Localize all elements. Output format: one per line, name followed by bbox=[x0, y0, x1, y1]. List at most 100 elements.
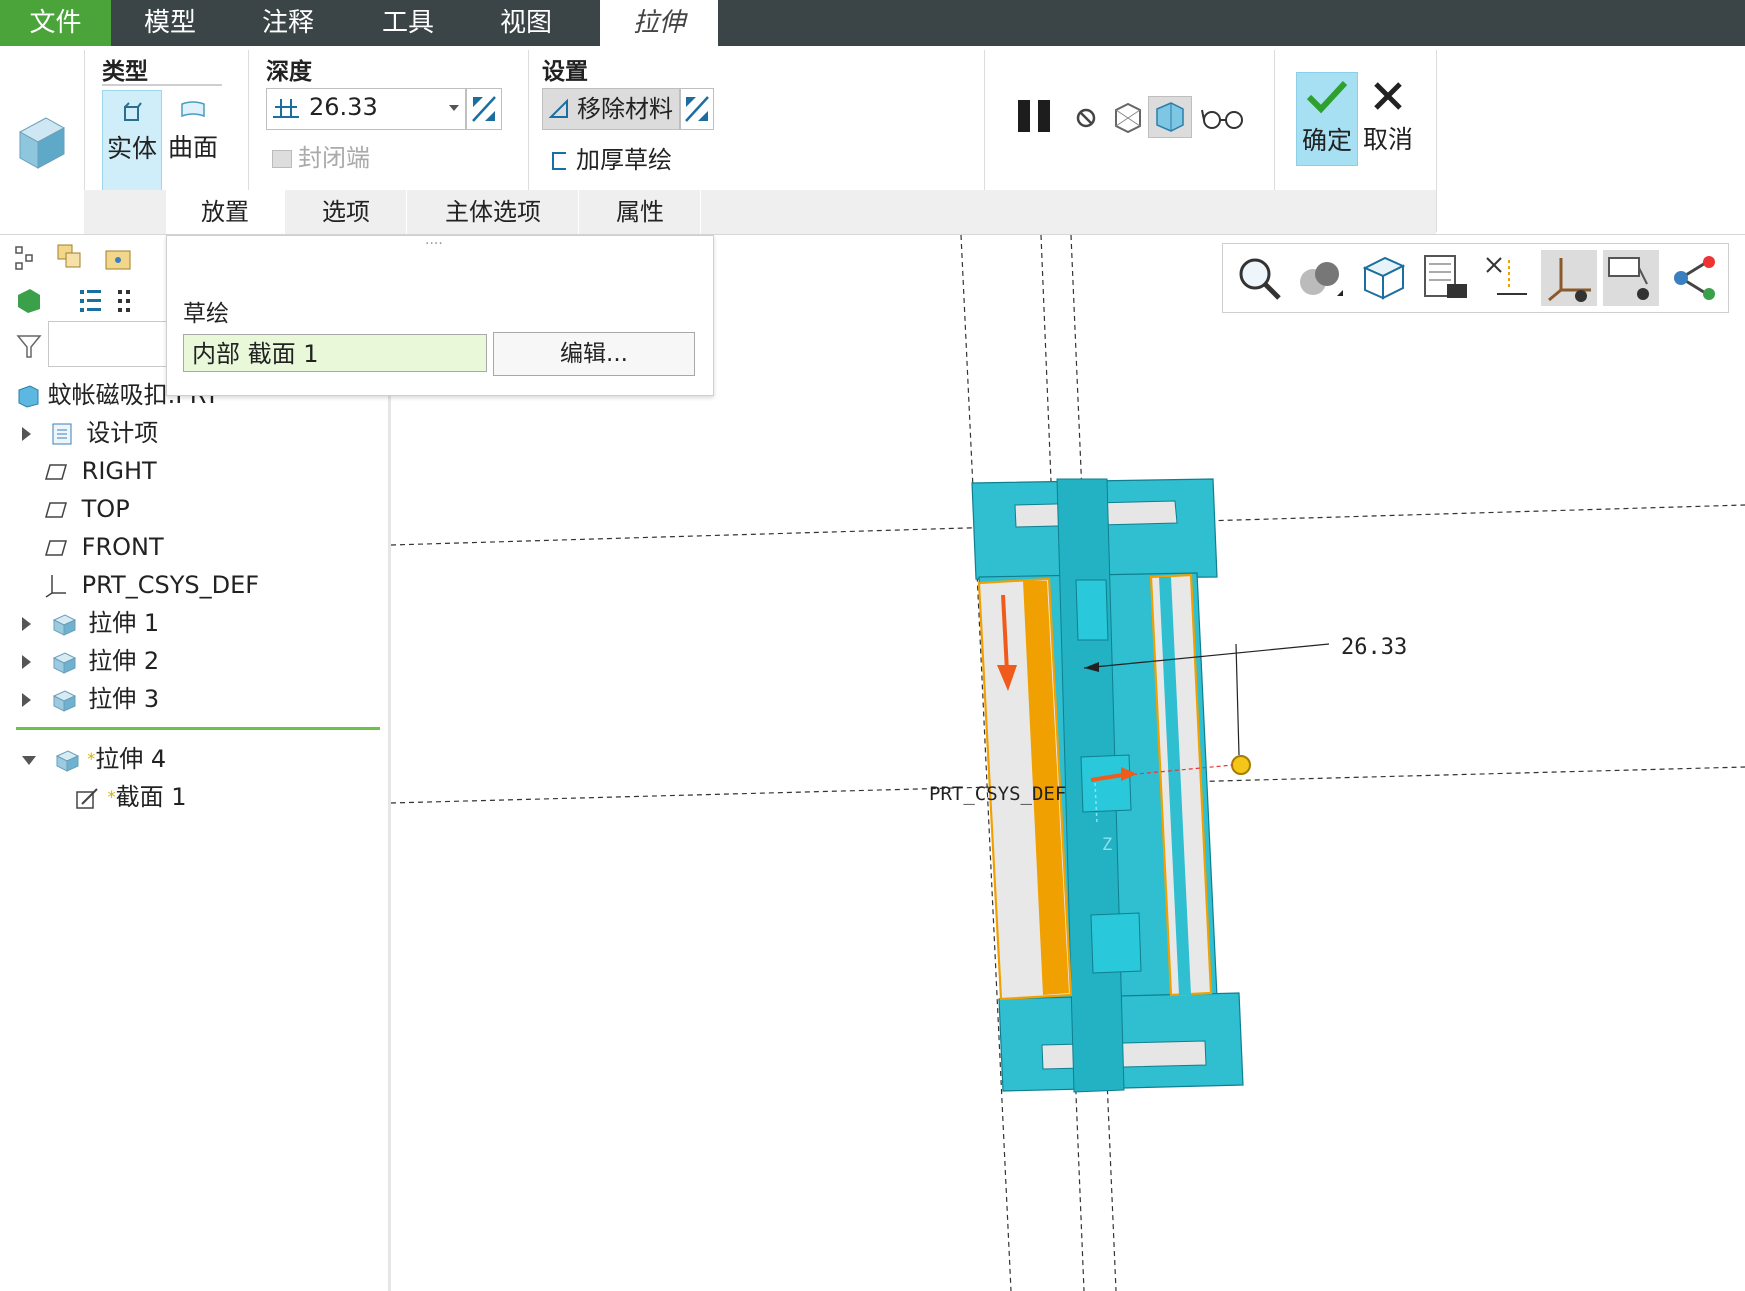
csys-icon bbox=[45, 575, 66, 598]
csys-display-icon[interactable] bbox=[1541, 250, 1597, 306]
menu-annotate[interactable]: 注释 bbox=[240, 0, 336, 46]
menu-model[interactable]: 模型 bbox=[122, 0, 218, 46]
collapse-arrow-icon[interactable] bbox=[22, 755, 36, 765]
extrude-icon bbox=[52, 614, 76, 636]
menu-extrude[interactable]: 拉伸 bbox=[600, 0, 718, 46]
dimension-label[interactable]: 26.33 bbox=[1341, 635, 1407, 660]
show-icon[interactable] bbox=[16, 287, 42, 313]
close-icon bbox=[1374, 82, 1402, 110]
tree-item-label: 拉伸 4 bbox=[95, 745, 167, 773]
tree-item-design-items[interactable]: 设计项 bbox=[22, 415, 158, 451]
tree-item-section1[interactable]: *截面 1 bbox=[74, 779, 187, 815]
remove-material-label: 移除材料 bbox=[577, 95, 673, 123]
remove-material-button[interactable]: 移除材料 bbox=[542, 88, 680, 130]
thicken-sketch-option[interactable]: 加厚草绘 bbox=[550, 140, 672, 175]
expand-arrow-icon[interactable] bbox=[22, 693, 31, 707]
expand-arrow-icon[interactable] bbox=[22, 655, 31, 669]
sketch-icon bbox=[76, 788, 98, 809]
tree-item-label: 拉伸 1 bbox=[88, 609, 160, 637]
sketch-collector-value: 内部 截面 1 bbox=[192, 340, 319, 368]
verify-glasses-icon[interactable] bbox=[1200, 104, 1246, 132]
display-style-icon[interactable] bbox=[1355, 250, 1411, 306]
tree-item-label: RIGHT bbox=[81, 457, 157, 485]
flip-direction-icon bbox=[472, 96, 496, 122]
edit-sketch-button[interactable]: 编辑... bbox=[493, 332, 695, 376]
placement-panel: ···· 草绘 内部 截面 1 编辑... bbox=[166, 235, 714, 396]
tree-item-extrude4[interactable]: *拉伸 4 bbox=[22, 741, 166, 777]
sketch-collector[interactable]: 内部 截面 1 bbox=[183, 334, 487, 372]
solid-label: 实体 bbox=[106, 134, 157, 163]
tab-placement[interactable]: 放置 bbox=[166, 190, 285, 234]
flip-depth-button[interactable] bbox=[466, 88, 502, 130]
chevron-down-icon bbox=[449, 105, 459, 111]
csys-label: PRT_CSYS_DEF bbox=[929, 783, 1066, 805]
view-toolbar bbox=[1222, 243, 1729, 313]
blind-depth-icon bbox=[273, 99, 299, 118]
menu-tools[interactable]: 工具 bbox=[360, 0, 456, 46]
mesh-preview-icon[interactable] bbox=[1110, 100, 1146, 136]
tab-properties[interactable]: 属性 bbox=[580, 190, 701, 234]
tree-item-label: PRT_CSYS_DEF bbox=[81, 571, 260, 599]
panel-grip[interactable]: ···· bbox=[425, 236, 443, 252]
expand-arrow-icon[interactable] bbox=[22, 427, 31, 441]
capped-ends-label: 封闭端 bbox=[298, 144, 370, 172]
pause-icon[interactable] bbox=[1016, 98, 1056, 134]
cancel-button[interactable]: 取消 bbox=[1358, 72, 1418, 164]
tree-item-extrude2[interactable]: 拉伸 2 bbox=[22, 643, 159, 679]
capped-ends-icon bbox=[272, 150, 292, 168]
surface-icon bbox=[181, 101, 205, 118]
geometry-preview-icon bbox=[1156, 102, 1184, 132]
tree-columns-icon[interactable] bbox=[116, 287, 134, 315]
tree-item-extrude1[interactable]: 拉伸 1 bbox=[22, 605, 159, 641]
tree-item-top[interactable]: TOP bbox=[44, 491, 130, 527]
model-tree-icon[interactable] bbox=[14, 245, 36, 271]
saved-views-icon[interactable] bbox=[1417, 250, 1473, 306]
depth-value: 26.33 bbox=[309, 93, 378, 121]
flip-material-button[interactable] bbox=[680, 88, 714, 130]
insert-indicator[interactable] bbox=[16, 727, 380, 730]
geometry-preview-button[interactable] bbox=[1148, 96, 1192, 138]
depth-group-label: 深度 bbox=[266, 59, 312, 85]
menu-view[interactable]: 视图 bbox=[478, 0, 574, 46]
checkmark-icon bbox=[1306, 80, 1348, 114]
shading-icon[interactable] bbox=[1293, 250, 1349, 306]
tree-settings-icon[interactable] bbox=[78, 287, 104, 315]
design-items-icon bbox=[52, 423, 72, 445]
thicken-sketch-label: 加厚草绘 bbox=[576, 146, 672, 174]
tree-item-extrude3[interactable]: 拉伸 3 bbox=[22, 681, 159, 717]
tree-item-label: FRONT bbox=[81, 533, 164, 561]
tab-options[interactable]: 选项 bbox=[286, 190, 407, 234]
capped-ends-option[interactable]: 封闭端 bbox=[272, 138, 370, 173]
filter-icon[interactable] bbox=[16, 333, 42, 359]
thicken-sketch-icon bbox=[552, 152, 566, 170]
tree-search-input[interactable] bbox=[48, 321, 180, 367]
folder-icon[interactable] bbox=[104, 245, 132, 271]
tree-item-right[interactable]: RIGHT bbox=[44, 453, 157, 489]
extrude-feature-icon bbox=[18, 117, 66, 169]
spin-center-icon[interactable] bbox=[1665, 250, 1721, 306]
tree-item-label: 设计项 bbox=[86, 419, 159, 447]
tree-item-csys[interactable]: PRT_CSYS_DEF bbox=[44, 567, 259, 603]
depth-dropdown[interactable]: 26.33 bbox=[266, 88, 466, 130]
annotation-display-icon[interactable] bbox=[1603, 250, 1659, 306]
tree-item-label: 截面 1 bbox=[115, 783, 187, 811]
extrude-icon bbox=[55, 750, 79, 772]
datum-plane-icon bbox=[45, 464, 67, 480]
tree-item-front[interactable]: FRONT bbox=[44, 529, 164, 565]
flip-material-icon bbox=[685, 96, 709, 122]
type-group-label: 类型 bbox=[102, 59, 148, 85]
no-preview-icon[interactable] bbox=[1074, 106, 1098, 130]
tree-item-label: 拉伸 3 bbox=[88, 685, 160, 713]
tab-body-options[interactable]: 主体选项 bbox=[408, 190, 579, 234]
zoom-icon[interactable] bbox=[1231, 250, 1287, 306]
extrude-icon bbox=[52, 690, 76, 712]
datum-display-icon[interactable] bbox=[1479, 250, 1535, 306]
tree-item-label: TOP bbox=[81, 495, 130, 523]
tree-item-label: 拉伸 2 bbox=[88, 647, 160, 675]
ok-button[interactable]: 确定 bbox=[1296, 72, 1358, 166]
expand-arrow-icon[interactable] bbox=[22, 617, 31, 631]
part-icon bbox=[18, 385, 39, 408]
sketch-label: 草绘 bbox=[183, 301, 229, 327]
menu-file[interactable]: 文件 bbox=[0, 0, 111, 46]
layers-icon[interactable] bbox=[56, 243, 84, 271]
